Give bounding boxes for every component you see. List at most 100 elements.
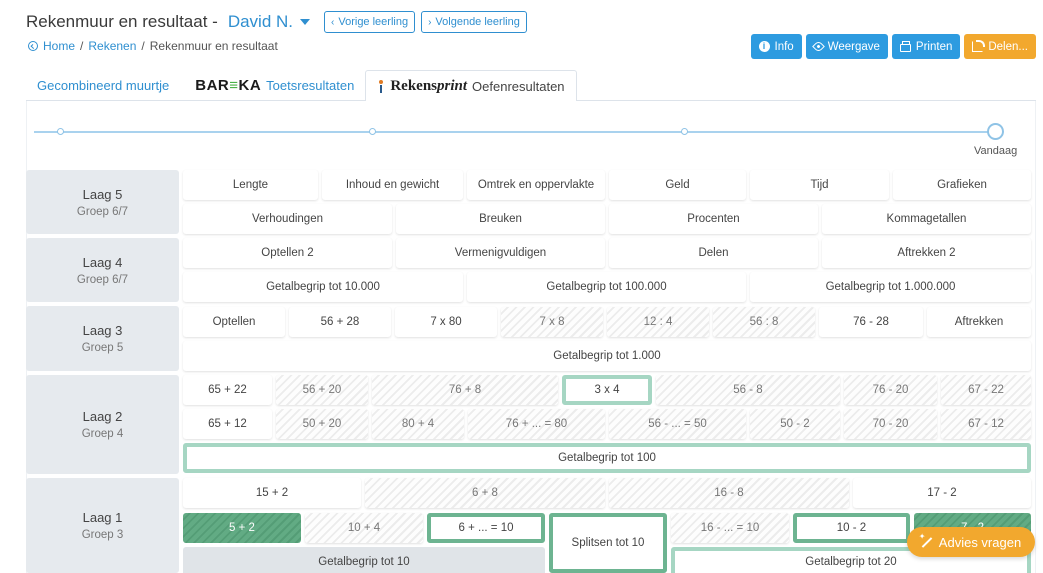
skill-cell[interactable]: Optellen 2 <box>183 238 392 268</box>
skill-cell[interactable]: Geld <box>609 170 746 200</box>
skill-cell[interactable]: 56 - 8 <box>656 375 840 405</box>
skill-cell[interactable]: 67 - 12 <box>941 409 1031 439</box>
student-selector[interactable]: David N. <box>227 12 311 32</box>
skill-cell[interactable]: 50 + 20 <box>276 409 368 439</box>
breadcrumb-home[interactable]: Home <box>43 39 75 53</box>
next-student-button[interactable]: › Volgende leerling <box>421 11 527 33</box>
action-bar: i Info Weergave Printen Delen... <box>750 34 1036 59</box>
skill-cell[interactable]: 10 + 4 <box>305 513 423 543</box>
header-title-row: Rekenmuur en resultaat - David N. ‹ Vori… <box>26 10 527 34</box>
skill-cell[interactable]: 56 + 28 <box>289 307 391 337</box>
home-icon[interactable] <box>28 41 38 51</box>
tab-gecombineerd-muurtje[interactable]: Gecombineerd muurtje <box>26 70 180 101</box>
skill-cell[interactable]: Grafieken <box>893 170 1031 200</box>
timeline-point[interactable] <box>369 128 376 135</box>
skill-cell-highlighted[interactable]: 6 + ... = 10 <box>427 513 545 543</box>
layer-group: Groep 3 <box>81 529 124 541</box>
skill-cell[interactable]: 76 + ... = 80 <box>468 409 605 439</box>
skill-cell[interactable]: 7 x 80 <box>395 307 497 337</box>
skill-cell[interactable]: Vermenigvuldigen <box>396 238 605 268</box>
timeline-today-label: Vandaag <box>974 145 1018 157</box>
skill-cell-highlighted[interactable]: 10 - 2 <box>793 513 910 543</box>
skill-cell[interactable]: Lengte <box>183 170 318 200</box>
skill-cell[interactable]: Tijd <box>750 170 889 200</box>
layer-4: Laag 4 Groep 6/7 <box>26 238 179 302</box>
skill-cell[interactable]: 65 + 12 <box>183 409 272 439</box>
skill-cell[interactable]: Getalbegrip tot 1.000 <box>183 341 1031 371</box>
skill-cell[interactable]: 15 + 2 <box>183 478 361 508</box>
skill-cell[interactable]: Getalbegrip tot 1.000.000 <box>750 272 1031 302</box>
layer-group: Groep 4 <box>81 428 124 440</box>
advies-label: Advies vragen <box>938 534 1022 550</box>
layer-group: Groep 5 <box>81 342 124 354</box>
info-label: Info <box>774 40 794 53</box>
print-button[interactable]: Printen <box>891 34 961 59</box>
page-title: Rekenmuur en resultaat - <box>26 12 218 31</box>
skill-cell[interactable]: Breuken <box>396 204 605 234</box>
breadcrumb-rekenen[interactable]: Rekenen <box>88 39 136 53</box>
chevron-left-icon: ‹ <box>331 16 335 28</box>
skill-cell[interactable]: Getalbegrip tot 100.000 <box>467 272 746 302</box>
skill-cell[interactable]: 70 - 20 <box>844 409 937 439</box>
share-button[interactable]: Delen... <box>964 34 1036 59</box>
student-name: David N. <box>227 12 294 31</box>
share-label: Delen... <box>988 40 1028 53</box>
info-icon: i <box>758 41 770 52</box>
skill-cell[interactable]: 80 + 4 <box>372 409 464 439</box>
next-student-label: Volgende leerling <box>435 16 520 28</box>
skill-cell[interactable]: 56 : 8 <box>713 307 815 337</box>
layer-name: Laag 5 <box>82 186 123 202</box>
skill-cell[interactable]: 67 - 22 <box>941 375 1031 405</box>
skill-cell[interactable]: Aftrekken 2 <box>822 238 1031 268</box>
skill-cell[interactable]: 50 - 2 <box>750 409 840 439</box>
skill-cell[interactable]: 7 x 8 <box>501 307 603 337</box>
rekensprint-logo: Rekensprint <box>390 77 468 94</box>
skill-cell[interactable]: 56 - ... = 50 <box>609 409 746 439</box>
tab-label: Gecombineerd muurtje <box>37 78 170 93</box>
chevron-right-icon: › <box>428 16 432 28</box>
timeline-point[interactable] <box>57 128 64 135</box>
skill-cell[interactable]: 17 - 2 <box>853 478 1031 508</box>
skill-cell[interactable]: 12 : 4 <box>607 307 709 337</box>
previous-student-button[interactable]: ‹ Vorige leerling <box>324 11 416 33</box>
weergave-button[interactable]: Weergave <box>805 34 888 59</box>
tab-bareka-toetsresultaten[interactable]: BAR≡KA Toetsresultaten <box>184 70 365 101</box>
skill-cell[interactable]: Inhoud en gewicht <box>322 170 463 200</box>
breadcrumb-current: Rekenmuur en resultaat <box>149 39 278 53</box>
advies-vragen-button[interactable]: Advies vragen <box>907 527 1035 557</box>
skill-cell-mastered[interactable]: 5 + 2 <box>183 513 301 543</box>
skill-cell[interactable]: Getalbegrip tot 10.000 <box>183 272 463 302</box>
skill-cell[interactable]: Kommagetallen <box>822 204 1031 234</box>
skill-cell[interactable]: Getalbegrip tot 10 <box>183 547 545 573</box>
timeline-track <box>34 131 996 133</box>
skill-cell[interactable]: 76 + 8 <box>372 375 558 405</box>
skill-cell[interactable]: Optellen <box>183 307 285 337</box>
skill-cell[interactable]: 56 + 20 <box>276 375 368 405</box>
skill-cell[interactable]: 6 + 8 <box>365 478 605 508</box>
skill-cell[interactable]: Delen <box>609 238 818 268</box>
timeline-handle[interactable] <box>987 123 1004 140</box>
skill-cell[interactable]: Aftrekken <box>927 307 1031 337</box>
skill-cell-highlighted[interactable]: 3 x 4 <box>562 375 652 405</box>
skill-cell[interactable]: 76 - 28 <box>819 307 923 337</box>
skill-cell[interactable]: Procenten <box>609 204 818 234</box>
weergave-label: Weergave <box>827 40 880 53</box>
layer-5: Laag 5 Groep 6/7 <box>26 170 179 234</box>
tab-rekensprint-oefenresultaten[interactable]: Rekensprint Oefenresultaten <box>365 70 577 102</box>
skill-cell[interactable]: 16 - ... = 10 <box>671 513 789 543</box>
skill-cell[interactable]: Omtrek en oppervlakte <box>467 170 605 200</box>
timeline-point[interactable] <box>681 128 688 135</box>
breadcrumb: Home / Rekenen / Rekenmuur en resultaat <box>28 39 278 53</box>
breadcrumb-separator: / <box>80 39 84 53</box>
skill-cell-highlighted[interactable]: Splitsen tot 10 <box>549 513 667 573</box>
magic-wand-icon <box>919 532 933 548</box>
skill-cell[interactable]: Verhoudingen <box>183 204 392 234</box>
layer-name: Laag 4 <box>82 254 123 270</box>
info-button[interactable]: i Info <box>750 34 802 59</box>
skill-cell[interactable]: 76 - 20 <box>844 375 937 405</box>
layer-3: Laag 3 Groep 5 <box>26 306 179 371</box>
skill-cell[interactable]: 16 - 8 <box>609 478 849 508</box>
skill-cell[interactable]: 65 + 22 <box>183 375 272 405</box>
skill-cell-highlighted[interactable]: Getalbegrip tot 100 <box>183 443 1031 473</box>
tab-bar: Gecombineerd muurtje BAR≡KA Toetsresulta… <box>26 70 1036 102</box>
